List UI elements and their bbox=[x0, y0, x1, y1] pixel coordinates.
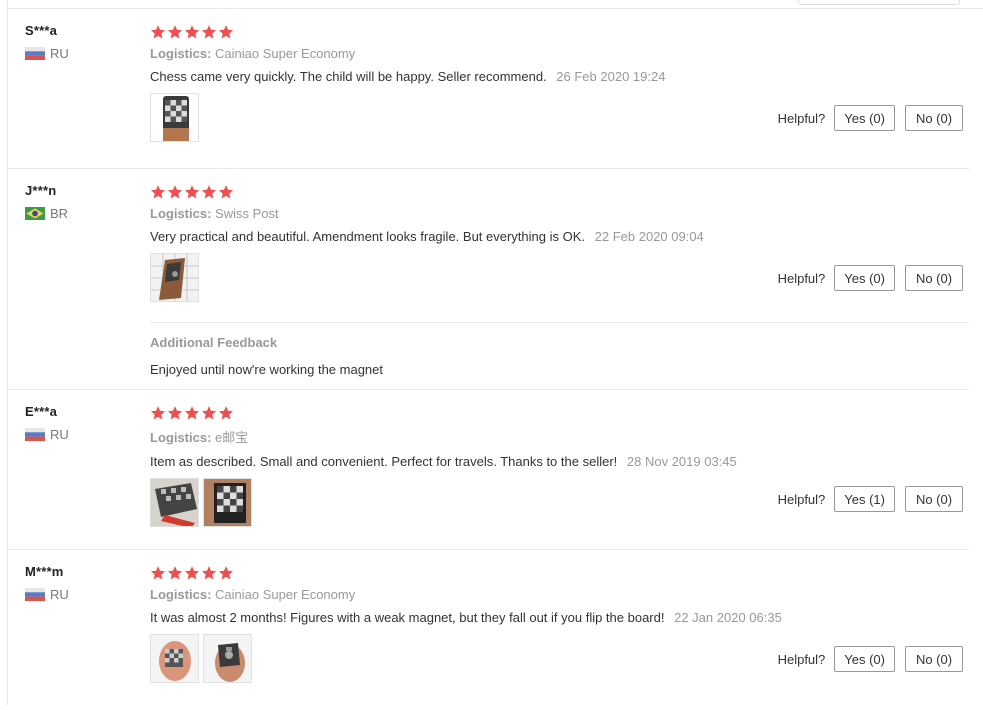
reviewer-country: BR bbox=[25, 206, 68, 221]
review-text-line: Very practical and beautiful. Amendment … bbox=[150, 229, 969, 244]
reviewer-country: RU bbox=[25, 427, 69, 442]
reviewer-country: RU bbox=[25, 46, 69, 61]
star-icon bbox=[218, 24, 234, 40]
star-icon bbox=[184, 405, 200, 421]
helpful-label: Helpful? bbox=[777, 110, 826, 126]
reviewer-info: J***n BR bbox=[25, 183, 68, 221]
review-photo-thumbnail[interactable] bbox=[150, 93, 199, 142]
review-photo-thumbnail[interactable] bbox=[203, 478, 252, 527]
star-icon bbox=[184, 565, 200, 581]
country-code: RU bbox=[50, 46, 69, 61]
logistics-value: Swiss Post bbox=[215, 206, 279, 221]
reviewer-country: RU bbox=[25, 587, 69, 602]
logistics-label: Logistics: bbox=[150, 587, 212, 602]
country-code: BR bbox=[50, 206, 69, 221]
review-photo-thumbnail[interactable] bbox=[150, 253, 199, 302]
review-item: J***n BR Logistics: Swiss Post Very prac… bbox=[8, 169, 969, 390]
reviewer-name: M***m bbox=[25, 564, 64, 579]
review-date: 26 Feb 2020 19:24 bbox=[556, 69, 666, 84]
review-text-line: It was almost 2 months! Figures with a w… bbox=[150, 610, 969, 625]
helpful-no-button[interactable]: No (0) bbox=[905, 105, 963, 131]
helpful-yes-button[interactable]: Yes (0) bbox=[834, 265, 895, 291]
helpful-votes: Helpful? Yes (0) No (0) bbox=[778, 105, 963, 131]
helpful-yes-button[interactable]: Yes (0) bbox=[834, 105, 895, 131]
review-text: Chess came very quickly. The child will … bbox=[150, 69, 547, 84]
star-icon bbox=[201, 184, 217, 200]
logistics-label: Logistics: bbox=[150, 46, 212, 61]
star-icon bbox=[218, 405, 234, 421]
logistics-info: Logistics: e邮宝 bbox=[150, 427, 969, 446]
review-photo-thumbnail[interactable] bbox=[203, 634, 252, 683]
review-photo-thumbnail[interactable] bbox=[150, 478, 199, 527]
star-icon bbox=[201, 565, 217, 581]
star-icon bbox=[167, 405, 183, 421]
star-icon bbox=[201, 405, 217, 421]
helpful-votes: Helpful? Yes (0) No (0) bbox=[778, 646, 963, 672]
country-code: RU bbox=[50, 587, 69, 602]
logistics-info: Logistics: Swiss Post bbox=[150, 206, 969, 221]
star-icon bbox=[167, 565, 183, 581]
review-item: E***a RU Logistics: e邮宝 Item as describe… bbox=[8, 390, 969, 550]
star-icon bbox=[218, 184, 234, 200]
star-icon bbox=[150, 24, 166, 40]
helpful-label: Helpful? bbox=[777, 651, 826, 667]
sort-dropdown-edge[interactable] bbox=[798, 0, 960, 5]
additional-feedback-title: Additional Feedback bbox=[150, 335, 278, 350]
logistics-value: Cainiao Super Economy bbox=[215, 46, 356, 61]
star-rating bbox=[150, 404, 969, 421]
helpful-no-button[interactable]: No (0) bbox=[905, 265, 963, 291]
star-icon bbox=[184, 24, 200, 40]
star-rating bbox=[150, 23, 969, 40]
review-text-line: Item as described. Small and convenient.… bbox=[150, 454, 969, 469]
helpful-no-button[interactable]: No (0) bbox=[905, 486, 963, 512]
logistics-label: Logistics: bbox=[150, 430, 212, 445]
helpful-yes-button[interactable]: Yes (0) bbox=[834, 646, 895, 672]
review-text-line: Chess came very quickly. The child will … bbox=[150, 69, 969, 84]
reviewer-name: J***n bbox=[25, 183, 57, 198]
star-icon bbox=[184, 184, 200, 200]
logistics-info: Logistics: Cainiao Super Economy bbox=[150, 587, 969, 602]
star-rating bbox=[150, 183, 969, 200]
review-date: 22 Feb 2020 09:04 bbox=[594, 229, 704, 244]
star-icon bbox=[167, 24, 183, 40]
review-item: S***a RU Logistics: Cainiao Super Econom… bbox=[8, 9, 969, 169]
helpful-label: Helpful? bbox=[777, 491, 826, 507]
review-text: Item as described. Small and convenient.… bbox=[150, 454, 618, 469]
star-icon bbox=[150, 184, 166, 200]
logistics-info: Logistics: Cainiao Super Economy bbox=[150, 46, 969, 61]
helpful-votes: Helpful? Yes (1) No (0) bbox=[778, 486, 963, 512]
logistics-label: Logistics: bbox=[150, 206, 212, 221]
helpful-yes-button[interactable]: Yes (1) bbox=[834, 486, 895, 512]
logistics-value: e邮宝 bbox=[215, 430, 249, 445]
reviewer-info: M***m RU bbox=[25, 564, 69, 602]
russia-flag-icon bbox=[25, 428, 45, 441]
logistics-value: Cainiao Super Economy bbox=[215, 587, 356, 602]
reviewer-name: E***a bbox=[25, 404, 58, 419]
reviewer-info: S***a RU bbox=[25, 23, 69, 61]
helpful-no-button[interactable]: No (0) bbox=[905, 646, 963, 672]
reviewer-info: E***a RU bbox=[25, 404, 69, 442]
star-rating bbox=[150, 564, 969, 581]
russia-flag-icon bbox=[25, 47, 45, 60]
review-text: It was almost 2 months! Figures with a w… bbox=[150, 610, 665, 625]
reviewer-name: S***a bbox=[25, 23, 58, 38]
helpful-votes: Helpful? Yes (0) No (0) bbox=[778, 265, 963, 291]
brazil-flag-icon bbox=[25, 207, 45, 220]
star-icon bbox=[150, 405, 166, 421]
review-date: 28 Nov 2019 03:45 bbox=[626, 454, 737, 469]
additional-feedback: Additional Feedback Enjoyed until now're… bbox=[150, 322, 969, 389]
star-icon bbox=[150, 565, 166, 581]
star-icon bbox=[218, 565, 234, 581]
review-item: M***m RU Logistics: Cainiao Super Econom… bbox=[8, 550, 969, 710]
review-text: Very practical and beautiful. Amendment … bbox=[150, 229, 586, 244]
star-icon bbox=[201, 24, 217, 40]
review-photo-thumbnail[interactable] bbox=[150, 634, 199, 683]
review-date: 22 Jan 2020 06:35 bbox=[674, 610, 782, 625]
country-code: RU bbox=[50, 427, 69, 442]
helpful-label: Helpful? bbox=[777, 270, 826, 286]
russia-flag-icon bbox=[25, 588, 45, 601]
additional-feedback-text: Enjoyed until now're working the magnet bbox=[150, 362, 384, 377]
star-icon bbox=[167, 184, 183, 200]
